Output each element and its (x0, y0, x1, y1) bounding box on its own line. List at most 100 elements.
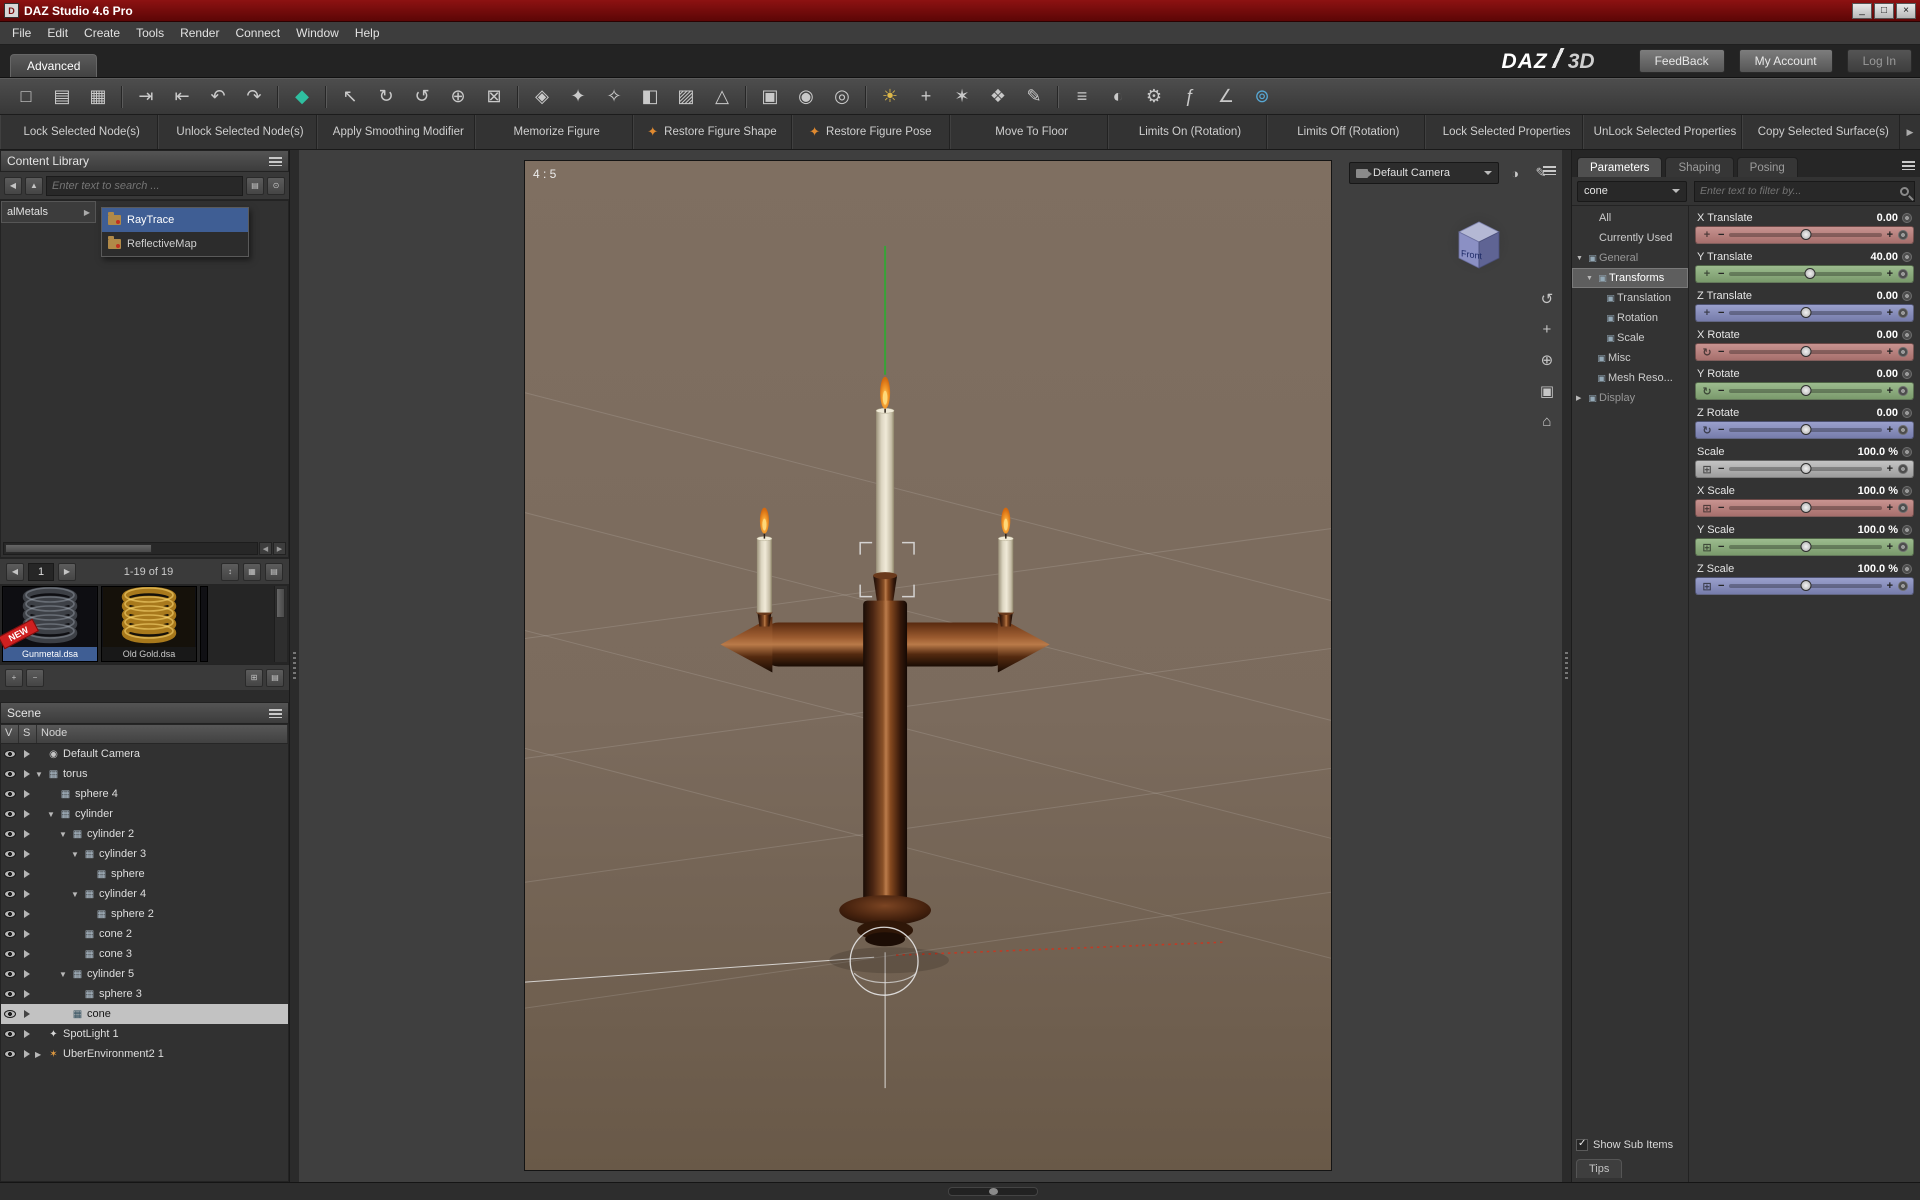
parameter-group-item[interactable]: ▼ Transforms (1572, 268, 1688, 288)
selectable-toggle[interactable] (18, 1010, 35, 1018)
scrollbar-thumb[interactable] (5, 544, 152, 553)
gear-icon[interactable] (1898, 542, 1908, 552)
scene-node-row[interactable]: sphere 4 (1, 784, 288, 804)
slider-track[interactable] (1729, 467, 1881, 471)
selectable-toggle[interactable] (18, 770, 35, 778)
visibility-toggle[interactable] (1, 1010, 18, 1018)
render-icon[interactable]: ◉ (788, 83, 824, 111)
action-button[interactable]: UnLock Selected Properties (1583, 115, 1741, 149)
gear-icon[interactable] (1902, 447, 1912, 457)
selectable-toggle[interactable] (18, 850, 35, 858)
maximize-button[interactable]: □ (1874, 3, 1894, 19)
smoothing-gem-icon[interactable]: ◆ (284, 83, 320, 111)
slider-track[interactable] (1729, 311, 1881, 315)
visibility-toggle[interactable] (1, 970, 18, 978)
rotate-tool-icon[interactable]: ↻ (368, 83, 404, 111)
decrement-button[interactable]: − (1718, 346, 1724, 358)
gear-icon[interactable] (1898, 230, 1908, 240)
expand-arrow[interactable]: ▼ (71, 850, 82, 859)
increment-button[interactable]: + (1887, 463, 1893, 475)
gear-icon[interactable] (1898, 464, 1908, 474)
parameter-value[interactable]: 0.00 (1877, 329, 1898, 341)
toolbar-divider[interactable] (1057, 86, 1059, 108)
expand-arrow[interactable]: ▶ (1576, 394, 1586, 402)
search-options-icon[interactable]: ⊙ (267, 177, 285, 195)
decrement-button[interactable]: − (1718, 580, 1724, 592)
render-view[interactable] (525, 161, 1331, 1170)
slider-thumb[interactable] (1800, 580, 1811, 591)
visibility-toggle[interactable] (1, 930, 18, 938)
scale-tool-icon[interactable]: ⊠ (476, 83, 512, 111)
panel-tab[interactable]: Parameters (1577, 157, 1662, 177)
grid-view-icon[interactable]: ▦ (243, 563, 261, 581)
orbit-view-icon[interactable]: ↺ (1541, 290, 1554, 308)
search-icon[interactable] (1900, 187, 1909, 196)
map-transfer-icon[interactable]: ▨ (668, 83, 704, 111)
action-button[interactable]: ✦ Restore Figure Shape (633, 115, 791, 149)
content-type-icon[interactable]: ▤ (246, 177, 264, 195)
parameter-value[interactable]: 0.00 (1877, 290, 1898, 302)
scene-node-row[interactable]: ▼ cylinder 5 (1, 964, 288, 984)
scene-node-row[interactable]: sphere 2 (1, 904, 288, 924)
tab-advanced[interactable]: Advanced (10, 54, 97, 77)
gear-icon[interactable] (1898, 269, 1908, 279)
toolbar-overflow-icon[interactable]: ▶ (1900, 115, 1920, 149)
popup-item[interactable]: ReflectiveMap (102, 232, 248, 256)
decrement-button[interactable]: − (1718, 502, 1724, 514)
surface-selection-icon[interactable]: ◧ (632, 83, 668, 111)
parameter-group-item[interactable]: Rotation (1572, 308, 1688, 328)
slider-thumb[interactable] (1800, 502, 1811, 513)
action-button[interactable]: Limits Off (Rotation) (1267, 115, 1425, 149)
parameter-group-item[interactable]: Mesh Reso... (1572, 368, 1688, 388)
prev-page-button[interactable]: ◀ (6, 563, 24, 581)
visibility-toggle[interactable] (1, 830, 18, 838)
decrement-button[interactable]: − (1718, 229, 1724, 241)
selectable-toggle[interactable] (18, 750, 35, 758)
action-button[interactable]: Memorize Figure (475, 115, 633, 149)
toolbar-divider[interactable] (325, 86, 327, 108)
scene-node-row[interactable]: ▼ cylinder 3 (1, 844, 288, 864)
slider-track[interactable] (1729, 584, 1881, 588)
toolbar-divider[interactable] (121, 86, 123, 108)
gear-icon[interactable] (1898, 308, 1908, 318)
panel-splitter[interactable] (1562, 150, 1571, 1182)
settings-icon[interactable]: ⚙ (1136, 83, 1172, 111)
decrement-button[interactable]: − (1718, 541, 1724, 553)
globe-icon[interactable]: ⊚ (1244, 83, 1280, 111)
toolbar-divider[interactable] (745, 86, 747, 108)
scene-node-row[interactable]: cone 2 (1, 924, 288, 944)
pointer-tool-icon[interactable]: ↖ (332, 83, 368, 111)
slider-thumb[interactable] (1805, 268, 1816, 279)
puppeteer-icon[interactable]: ❖ (980, 83, 1016, 111)
translate-tool-icon[interactable]: ⊕ (440, 83, 476, 111)
menu-item[interactable]: Window (288, 23, 347, 43)
parameter-value[interactable]: 100.0 % (1858, 485, 1898, 497)
increment-button[interactable]: + (1887, 502, 1893, 514)
menu-item[interactable]: File (4, 23, 39, 43)
library-menu-icon[interactable]: ▤ (266, 669, 284, 687)
scene-node-row[interactable]: ▼ torus (1, 764, 288, 784)
show-sub-items-checkbox[interactable]: Show Sub Items (1576, 1139, 1684, 1151)
expand-arrow[interactable]: ▶ (84, 208, 90, 217)
spot-render-icon[interactable]: ▣ (752, 83, 788, 111)
gear-icon[interactable] (1902, 486, 1912, 496)
parameter-value[interactable]: 0.00 (1877, 368, 1898, 380)
panel-menu-icon[interactable] (269, 157, 282, 166)
render-frame[interactable]: 4 : 5 (524, 160, 1332, 1171)
decrement-button[interactable]: − (1718, 268, 1724, 280)
increment-button[interactable]: + (1887, 307, 1893, 319)
add-button[interactable]: + (5, 669, 23, 687)
copy-icon[interactable]: ⊞ (245, 669, 263, 687)
parameter-value[interactable]: 0.00 (1877, 407, 1898, 419)
panel-menu-icon[interactable] (1902, 161, 1915, 170)
increment-button[interactable]: + (1887, 424, 1893, 436)
scrollbar-thumb[interactable] (276, 588, 285, 618)
scene-node-row[interactable]: cone 3 (1, 944, 288, 964)
back-icon[interactable]: ◀ (4, 177, 22, 195)
figure-tool-icon[interactable]: ✦ (560, 83, 596, 111)
remove-button[interactable]: − (26, 669, 44, 687)
expand-arrow[interactable]: ▼ (35, 770, 46, 779)
visibility-toggle[interactable] (1, 950, 18, 958)
parameter-group-item[interactable]: Scale (1572, 328, 1688, 348)
joint-editor-icon[interactable]: ✎ (1016, 83, 1052, 111)
